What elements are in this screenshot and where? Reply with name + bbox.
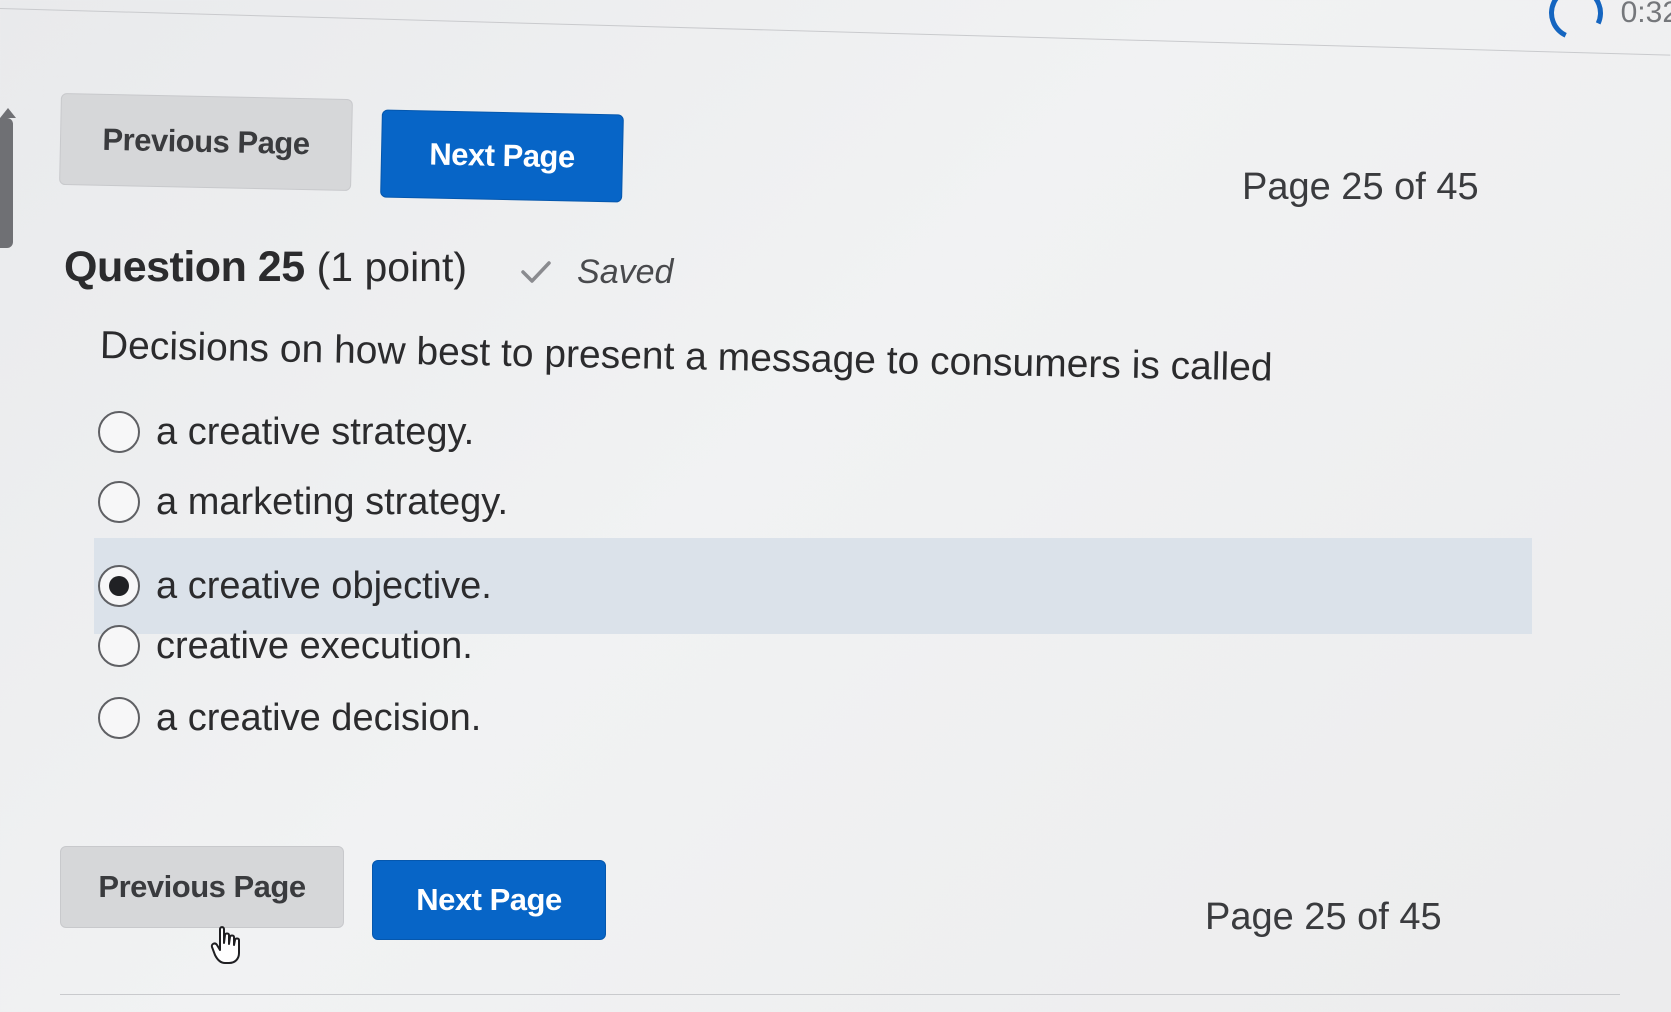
checkmark-icon — [521, 261, 551, 283]
page-counter-top: Page 25 of 45 — [1242, 166, 1479, 208]
answer-option[interactable]: a marketing strategy. — [98, 468, 508, 536]
answer-option-label: a creative strategy. — [156, 410, 475, 453]
quiz-timer: 0:32 — [1541, 0, 1671, 48]
timer-progress-icon — [1541, 0, 1611, 48]
page-counter-bottom: Page 25 of 45 — [1205, 896, 1442, 938]
next-page-button-top[interactable]: Next Page — [380, 109, 624, 203]
question-points: (1 point) — [316, 244, 468, 290]
answer-option-label: creative execution. — [156, 624, 473, 667]
answer-option-label: a marketing strategy. — [156, 480, 509, 523]
question-text: Decisions on how best to present a messa… — [99, 324, 1273, 390]
radio-button[interactable] — [98, 411, 140, 453]
answer-option-label: a creative objective. — [156, 564, 492, 607]
previous-page-button-bottom[interactable]: Previous Page — [60, 846, 344, 928]
next-page-button-bottom[interactable]: Next Page — [372, 860, 606, 940]
bottom-divider — [60, 994, 1620, 995]
radio-button[interactable] — [98, 625, 140, 667]
answer-option[interactable]: a creative strategy. — [98, 398, 474, 466]
saved-label: Saved — [577, 252, 674, 291]
radio-button[interactable] — [98, 697, 140, 739]
radio-button[interactable] — [98, 481, 140, 523]
answer-option-label: a creative decision. — [156, 696, 482, 739]
left-scrollbar-thumb[interactable] — [0, 118, 13, 248]
previous-page-button-top[interactable]: Previous Page — [59, 92, 353, 192]
saved-status: Saved — [519, 253, 673, 292]
timer-text: 0:32 — [1620, 0, 1671, 29]
answer-option[interactable]: creative execution. — [98, 612, 473, 680]
question-header: Question 25 (1 point) Saved — [64, 243, 673, 292]
question-title: Question 25 — [64, 243, 305, 291]
hand-pointer-cursor-icon — [210, 926, 240, 964]
answer-option[interactable]: a creative decision. — [98, 684, 481, 752]
radio-button-checked[interactable] — [98, 565, 140, 607]
scroll-up-arrow-icon[interactable] — [0, 108, 16, 118]
top-divider — [0, 8, 1671, 56]
